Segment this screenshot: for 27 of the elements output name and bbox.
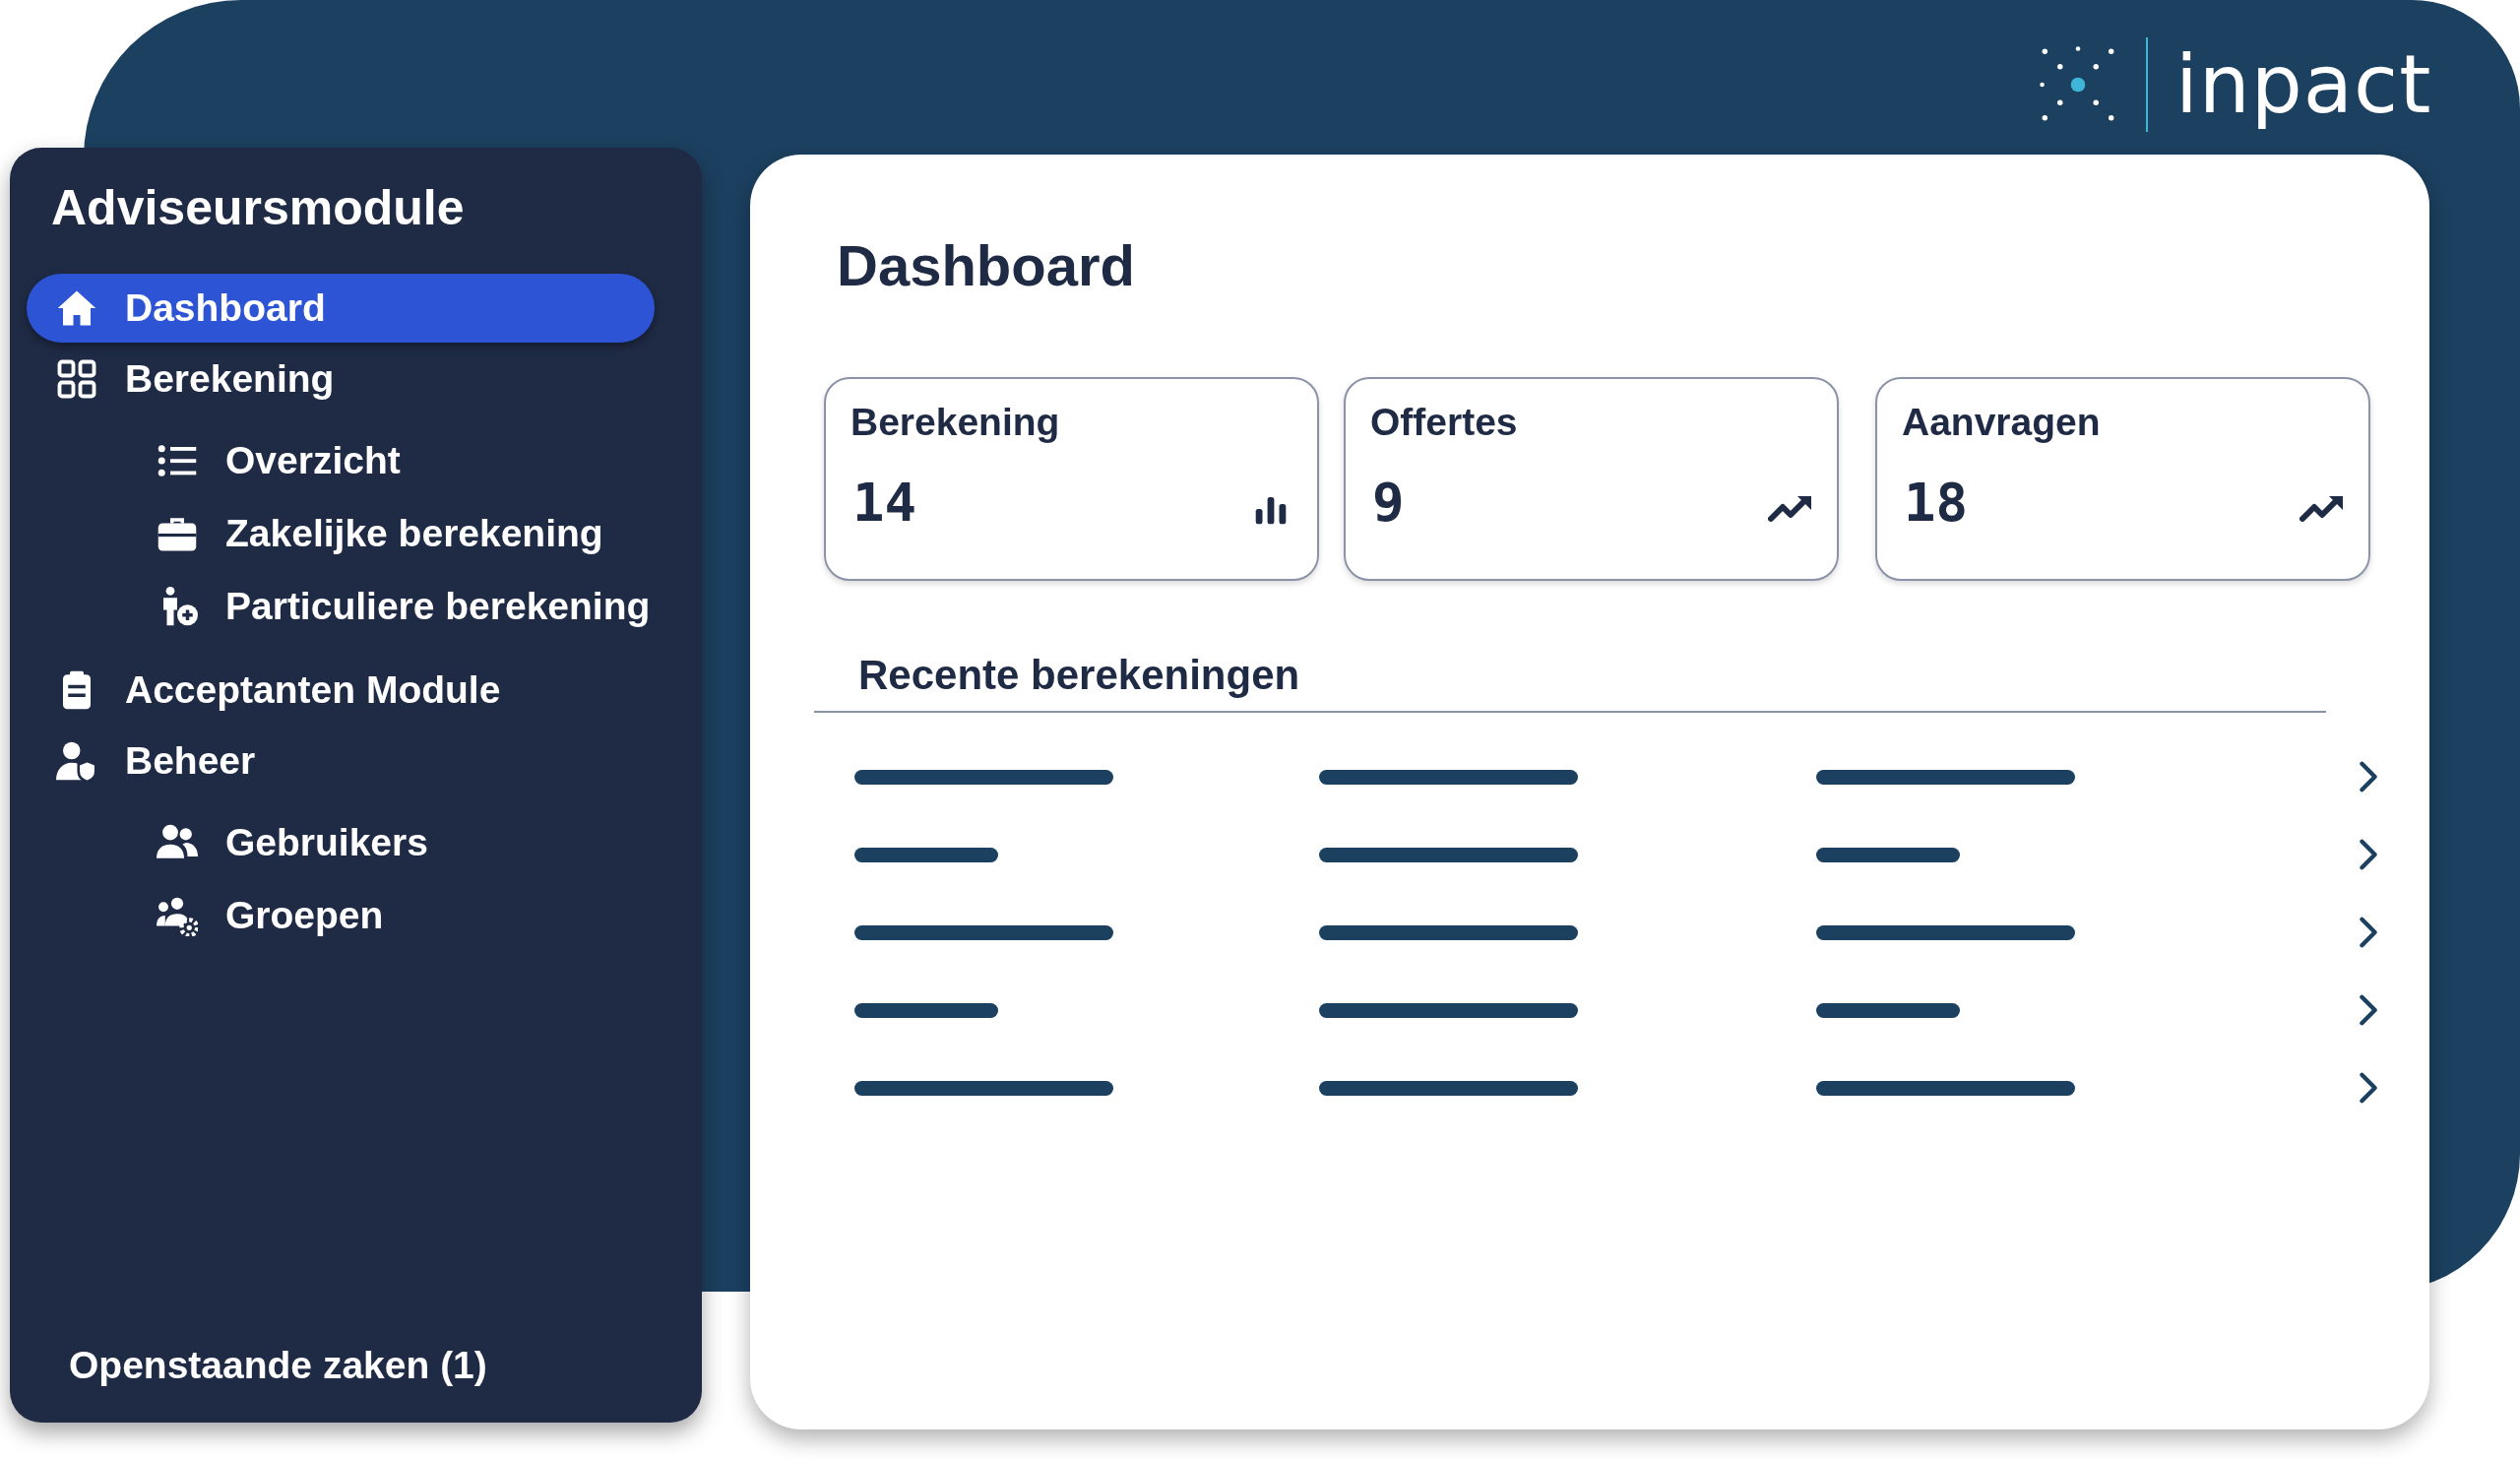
chevron-right-icon[interactable] — [2358, 838, 2379, 872]
stat-label: Offertes — [1370, 400, 1519, 444]
calculator-icon — [56, 358, 97, 400]
chevron-right-icon[interactable] — [2358, 993, 2379, 1028]
nav-subitem[interactable]: Overzicht — [27, 425, 685, 496]
nav-item[interactable]: Berekening — [27, 345, 685, 413]
user-shield-icon — [56, 740, 97, 782]
chevron-right-icon[interactable] — [2358, 760, 2379, 794]
nav-subitem[interactable]: Zakelijke berekening — [27, 498, 685, 569]
nav-item[interactable]: Beheer — [27, 727, 685, 795]
chevron-right-icon[interactable] — [2358, 1071, 2379, 1106]
section-heading: Recente berekeningen — [858, 651, 1301, 699]
stat-value: 9 — [1371, 471, 1405, 534]
chevron-right-icon[interactable] — [2358, 916, 2379, 950]
nav-item[interactable]: Acceptanten Module — [27, 656, 685, 725]
nav-subitem[interactable]: Gebruikers — [27, 807, 685, 878]
nav-subitem[interactable]: Particuliere berekening — [27, 571, 685, 642]
page-title: Dashboard — [837, 232, 1136, 299]
nav-item[interactable]: Dashboard — [27, 274, 655, 343]
users-gear-icon — [157, 895, 198, 936]
stat-value: 14 — [851, 471, 917, 534]
stat-label: Berekening — [850, 400, 1061, 444]
module-title: Adviseursmodule — [50, 179, 466, 236]
stat-value: 18 — [1903, 471, 1969, 534]
open-cases-link[interactable]: Openstaande zaken (1) — [27, 1344, 487, 1387]
nav-subitem[interactable]: Groepen — [27, 880, 685, 951]
stat-label: Aanvragen — [1902, 400, 2102, 444]
